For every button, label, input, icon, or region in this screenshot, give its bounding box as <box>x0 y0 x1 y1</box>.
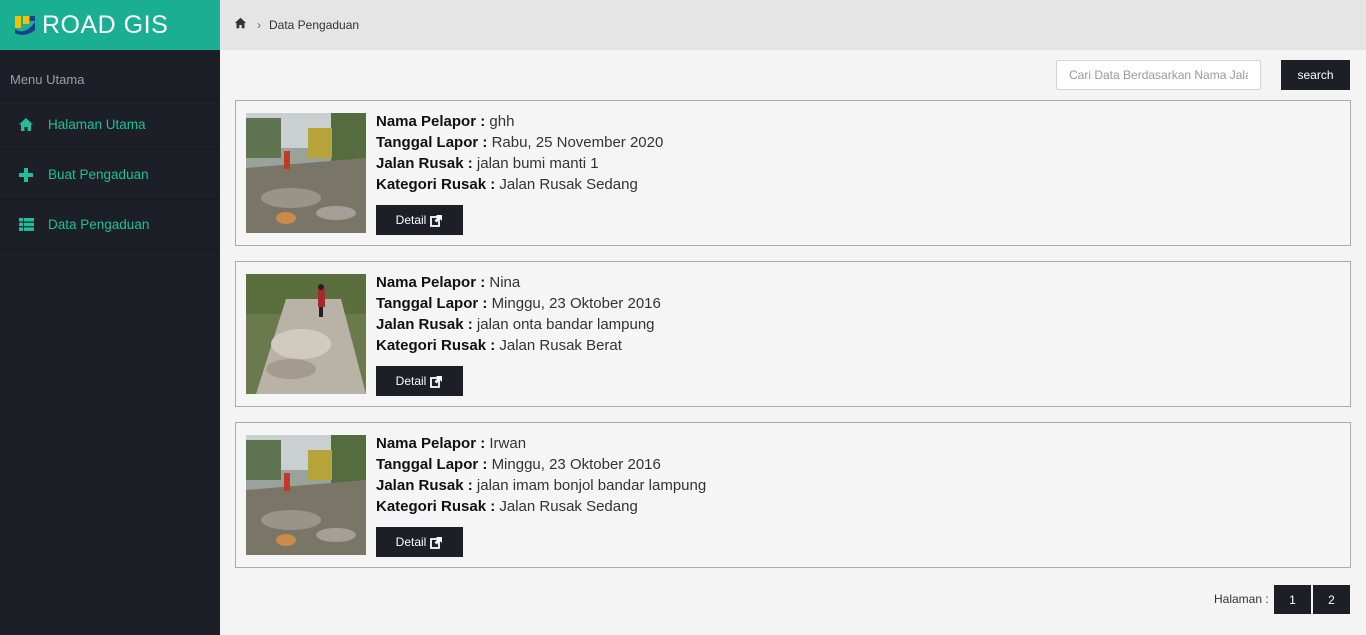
report-card: Nama Pelapor : Nina Tanggal Lapor : Ming… <box>235 261 1351 407</box>
external-link-icon <box>430 375 443 388</box>
report-info: Nama Pelapor : Irwan Tanggal Lapor : Min… <box>376 433 706 517</box>
report-photo <box>246 113 366 233</box>
sidebar-item-halaman-utama[interactable]: Halaman Utama <box>0 100 220 150</box>
category-row: Kategori Rusak : Jalan Rusak Sedang <box>376 498 638 515</box>
breadcrumb-current: Data Pengaduan <box>269 18 360 32</box>
pagination-label: Halaman : <box>1214 592 1269 606</box>
report-card: Nama Pelapor : Irwan Tanggal Lapor : Min… <box>235 422 1351 568</box>
date-row: Tanggal Lapor : Rabu, 25 November 2020 <box>376 134 664 151</box>
road-row: Jalan Rusak : jalan imam bonjol bandar l… <box>376 477 707 494</box>
report-photo <box>246 274 366 394</box>
chevron-right-icon: › <box>257 18 261 32</box>
logo-icon <box>14 14 36 36</box>
external-link-icon <box>430 214 443 227</box>
detail-button[interactable]: Detail <box>376 205 463 235</box>
reporter-name: Nina <box>489 274 521 291</box>
search-button[interactable]: search <box>1281 60 1350 90</box>
reporter-name: ghh <box>489 113 515 130</box>
road-name: jalan bumi manti 1 <box>476 155 599 172</box>
home-icon <box>17 116 35 134</box>
sidebar-item-label: Data Pengaduan <box>48 217 150 232</box>
report-photo <box>246 435 366 555</box>
plus-icon <box>17 166 35 184</box>
report-info: Nama Pelapor : ghh Tanggal Lapor : Rabu,… <box>376 111 663 195</box>
date-row: Tanggal Lapor : Minggu, 23 Oktober 2016 <box>376 456 661 473</box>
reporter-row: Nama Pelapor : Irwan <box>376 435 527 452</box>
category-row: Kategori Rusak : Jalan Rusak Sedang <box>376 176 638 193</box>
report-date: Minggu, 23 Oktober 2016 <box>491 456 661 473</box>
sidebar-item-label: Halaman Utama <box>48 117 146 132</box>
detail-button[interactable]: Detail <box>376 366 463 396</box>
page-button-1[interactable]: 1 <box>1274 585 1311 614</box>
reporter-row: Nama Pelapor : ghh <box>376 113 515 130</box>
reporter-row: Nama Pelapor : Nina <box>376 274 521 291</box>
report-date: Rabu, 25 November 2020 <box>491 134 664 151</box>
road-row: Jalan Rusak : jalan bumi manti 1 <box>376 155 599 172</box>
page-button-2[interactable]: 2 <box>1313 585 1350 614</box>
road-row: Jalan Rusak : jalan onta bandar lampung <box>376 316 655 333</box>
road-name: jalan onta bandar lampung <box>476 316 655 333</box>
external-link-icon <box>430 536 443 549</box>
date-row: Tanggal Lapor : Minggu, 23 Oktober 2016 <box>376 295 661 312</box>
sidebar-item-label: Buat Pengaduan <box>48 167 149 182</box>
damage-category: Jalan Rusak Sedang <box>499 498 638 515</box>
damage-category: Jalan Rusak Sedang <box>499 176 638 193</box>
search-input[interactable] <box>1056 60 1261 90</box>
menu-header: Menu Utama <box>0 50 220 100</box>
list-icon <box>17 216 35 234</box>
detail-button[interactable]: Detail <box>376 527 463 557</box>
app-title: ROAD GIS <box>42 10 169 39</box>
report-card: Nama Pelapor : ghh Tanggal Lapor : Rabu,… <box>235 100 1351 246</box>
sidebar: ROAD GIS Menu Utama Halaman Utama Buat P… <box>0 0 220 635</box>
sidebar-item-buat-pengaduan[interactable]: Buat Pengaduan <box>0 150 220 200</box>
report-date: Minggu, 23 Oktober 2016 <box>491 295 661 312</box>
report-info: Nama Pelapor : Nina Tanggal Lapor : Ming… <box>376 272 661 356</box>
sidebar-item-data-pengaduan[interactable]: Data Pengaduan <box>0 200 220 250</box>
reporter-name: Irwan <box>489 435 527 452</box>
brand[interactable]: ROAD GIS <box>0 0 220 50</box>
category-row: Kategori Rusak : Jalan Rusak Berat <box>376 337 622 354</box>
road-name: jalan imam bonjol bandar lampung <box>476 477 707 494</box>
damage-category: Jalan Rusak Berat <box>499 337 622 354</box>
home-icon[interactable] <box>234 16 247 34</box>
breadcrumb: › Data Pengaduan <box>220 0 1366 50</box>
